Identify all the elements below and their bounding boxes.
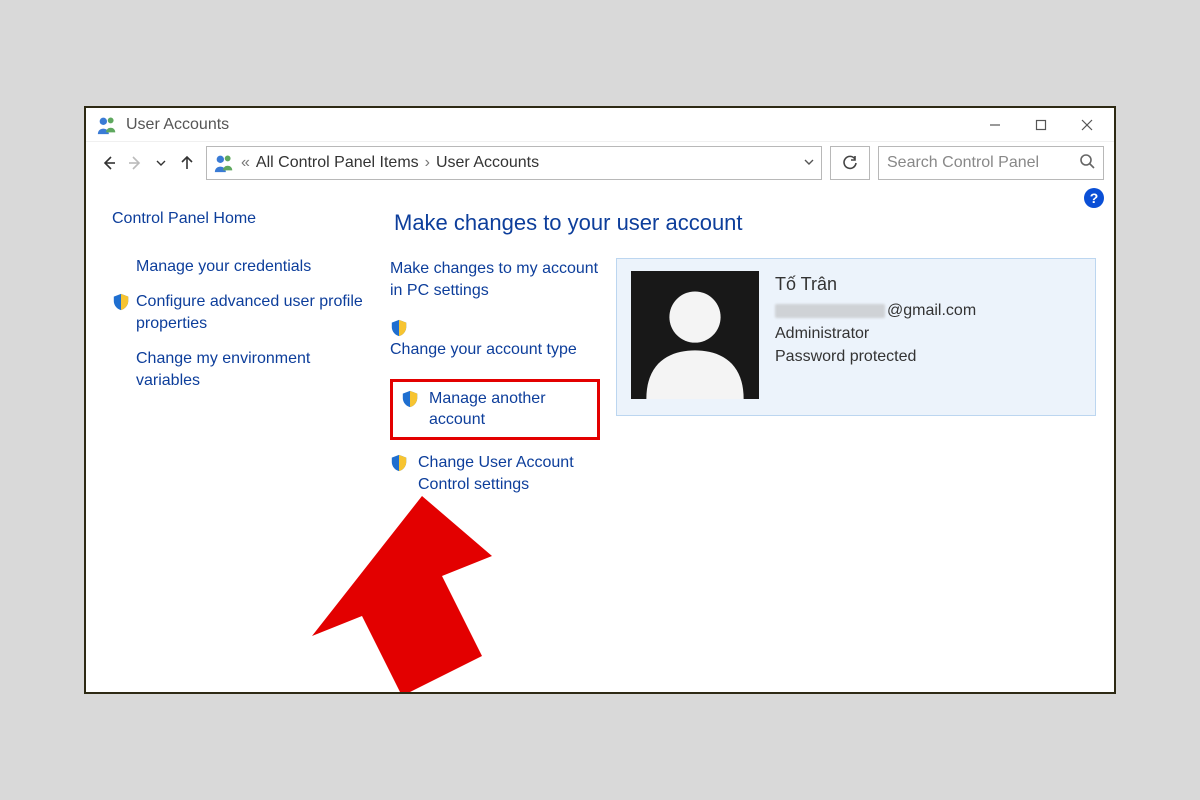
control-panel-home-link[interactable]: Control Panel Home	[112, 208, 376, 230]
nav-arrows	[98, 152, 198, 174]
action-label: Manage another account	[429, 388, 589, 431]
email-domain: @gmail.com	[887, 299, 976, 322]
maximize-button[interactable]	[1018, 110, 1064, 140]
control-panel-window: User Accounts	[84, 106, 1116, 694]
window-title: User Accounts	[126, 116, 229, 134]
forward-button[interactable]	[124, 152, 146, 174]
up-button[interactable]	[176, 152, 198, 174]
minimize-button[interactable]	[972, 110, 1018, 140]
action-label: Make changes to my account in PC setting…	[390, 258, 600, 301]
action-pc-settings[interactable]: Make changes to my account in PC setting…	[390, 258, 600, 301]
account-name: Tố Trân	[775, 271, 976, 297]
user-accounts-icon	[96, 114, 118, 136]
sidebar-item-label: Change my environment variables	[136, 348, 376, 391]
nav-row: « All Control Panel Items › User Account…	[86, 142, 1114, 186]
action-label: Change your account type	[390, 341, 577, 358]
sidebar: Control Panel Home Manage your credentia…	[86, 186, 386, 692]
page-heading: Make changes to your user account	[394, 210, 1096, 236]
sidebar-item-profile-properties[interactable]: Configure advanced user profile properti…	[112, 291, 376, 334]
shield-icon	[390, 454, 410, 472]
account-email: @gmail.com	[775, 299, 976, 322]
search-input[interactable]: Search Control Panel	[878, 146, 1104, 180]
back-button[interactable]	[98, 152, 120, 174]
titlebar: User Accounts	[86, 108, 1114, 142]
main-pane: ? Make changes to your user account Make…	[386, 186, 1114, 692]
address-bar[interactable]: « All Control Panel Items › User Account…	[206, 146, 822, 180]
search-placeholder: Search Control Panel	[887, 154, 1071, 172]
action-manage-another[interactable]: Manage another account	[390, 379, 600, 440]
sidebar-item-label: Configure advanced user profile properti…	[136, 291, 376, 334]
breadcrumb-prefix: «	[241, 154, 250, 172]
close-button[interactable]	[1064, 110, 1110, 140]
chevron-right-icon: ›	[425, 154, 430, 172]
action-uac-settings[interactable]: Change User Account Control settings	[390, 452, 600, 495]
account-password-status: Password protected	[775, 345, 976, 368]
email-local-blurred	[775, 304, 885, 318]
account-info: Tố Trân @gmail.com Administrator Passwor…	[775, 271, 976, 369]
current-account-panel: Tố Trân @gmail.com Administrator Passwor…	[616, 258, 1096, 416]
breadcrumb-seg-2[interactable]: User Accounts	[436, 154, 539, 172]
account-role: Administrator	[775, 322, 976, 345]
shield-icon	[401, 390, 421, 408]
help-icon[interactable]: ?	[1084, 188, 1104, 208]
content-body: Control Panel Home Manage your credentia…	[86, 186, 1114, 692]
sidebar-item-env-vars[interactable]: Change my environment variables	[112, 348, 376, 391]
action-change-type[interactable]: Change your account type	[390, 319, 600, 361]
recent-dropdown[interactable]	[150, 152, 172, 174]
refresh-button[interactable]	[830, 146, 870, 180]
shield-icon	[112, 293, 130, 311]
sidebar-item-label: Manage your credentials	[136, 256, 311, 278]
search-icon	[1079, 153, 1095, 174]
address-icon	[213, 152, 235, 174]
sidebar-item-credentials[interactable]: Manage your credentials	[112, 256, 376, 278]
action-label: Change User Account Control settings	[418, 452, 600, 495]
breadcrumb-seg-1[interactable]: All Control Panel Items	[256, 154, 419, 172]
user-avatar	[631, 271, 759, 399]
address-dropdown[interactable]	[803, 156, 815, 171]
action-list: Make changes to my account in PC setting…	[390, 258, 600, 513]
shield-icon	[390, 319, 410, 337]
